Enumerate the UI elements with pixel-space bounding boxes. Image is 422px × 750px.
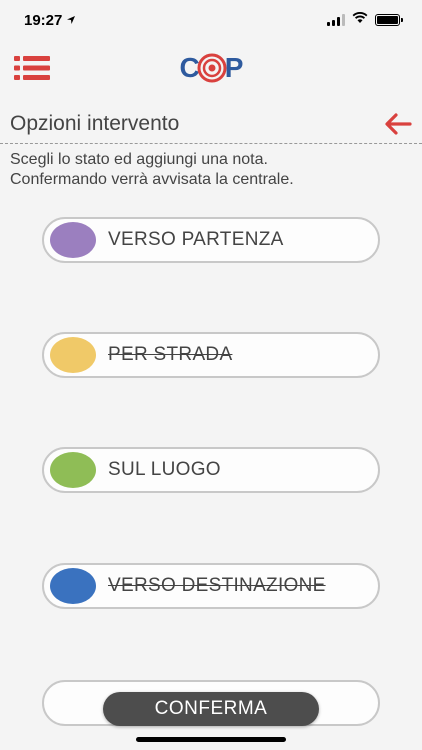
status-option-label: SUL LUOGO [108,459,221,480]
logo-signal-icon [197,53,227,83]
status-option-verso-destinazione[interactable]: VERSO DESTINAZIONE [42,563,380,609]
app-logo: C P [180,48,244,88]
status-option-label: VERSO DESTINAZIONE [108,575,326,596]
section-title-bar: Opzioni intervento [0,104,422,144]
instructions-line-1: Scegli lo stato ed aggiungi una nota. [10,151,268,168]
instructions-text: Scegli lo stato ed aggiungi una nota. Co… [10,150,410,190]
status-time: 19:27 [24,11,63,29]
logo-letter-p: P [224,52,244,83]
arrow-left-icon[interactable] [384,112,412,135]
section-title: Opzioni intervento [10,111,180,135]
status-right [327,11,403,29]
status-color-dot [50,452,96,488]
status-option-per-strada[interactable]: PER STRADA [42,332,380,378]
home-indicator [136,737,286,742]
cellular-signal-icon [327,14,345,26]
confirm-button[interactable]: CONFERMA [103,692,319,726]
status-bar: 19:27 [0,0,422,40]
status-color-dot [50,222,96,258]
status-option-verso-partenza[interactable]: VERSO PARTENZA [42,217,380,263]
status-left: 19:27 [24,12,76,29]
battery-icon [375,14,403,26]
instructions-line-2: Confermando verrà avvisata la centrale. [10,171,294,188]
wifi-icon [352,11,368,29]
menu-list-icon[interactable] [14,55,52,81]
status-option-label: PER STRADA [108,344,233,365]
status-color-dot [50,337,96,373]
location-arrow-icon [66,15,76,25]
status-option-label: VERSO PARTENZA [108,229,284,250]
status-color-dot [50,568,96,604]
app-header: C P [0,40,422,96]
status-option-sul-luogo[interactable]: SUL LUOGO [42,447,380,493]
